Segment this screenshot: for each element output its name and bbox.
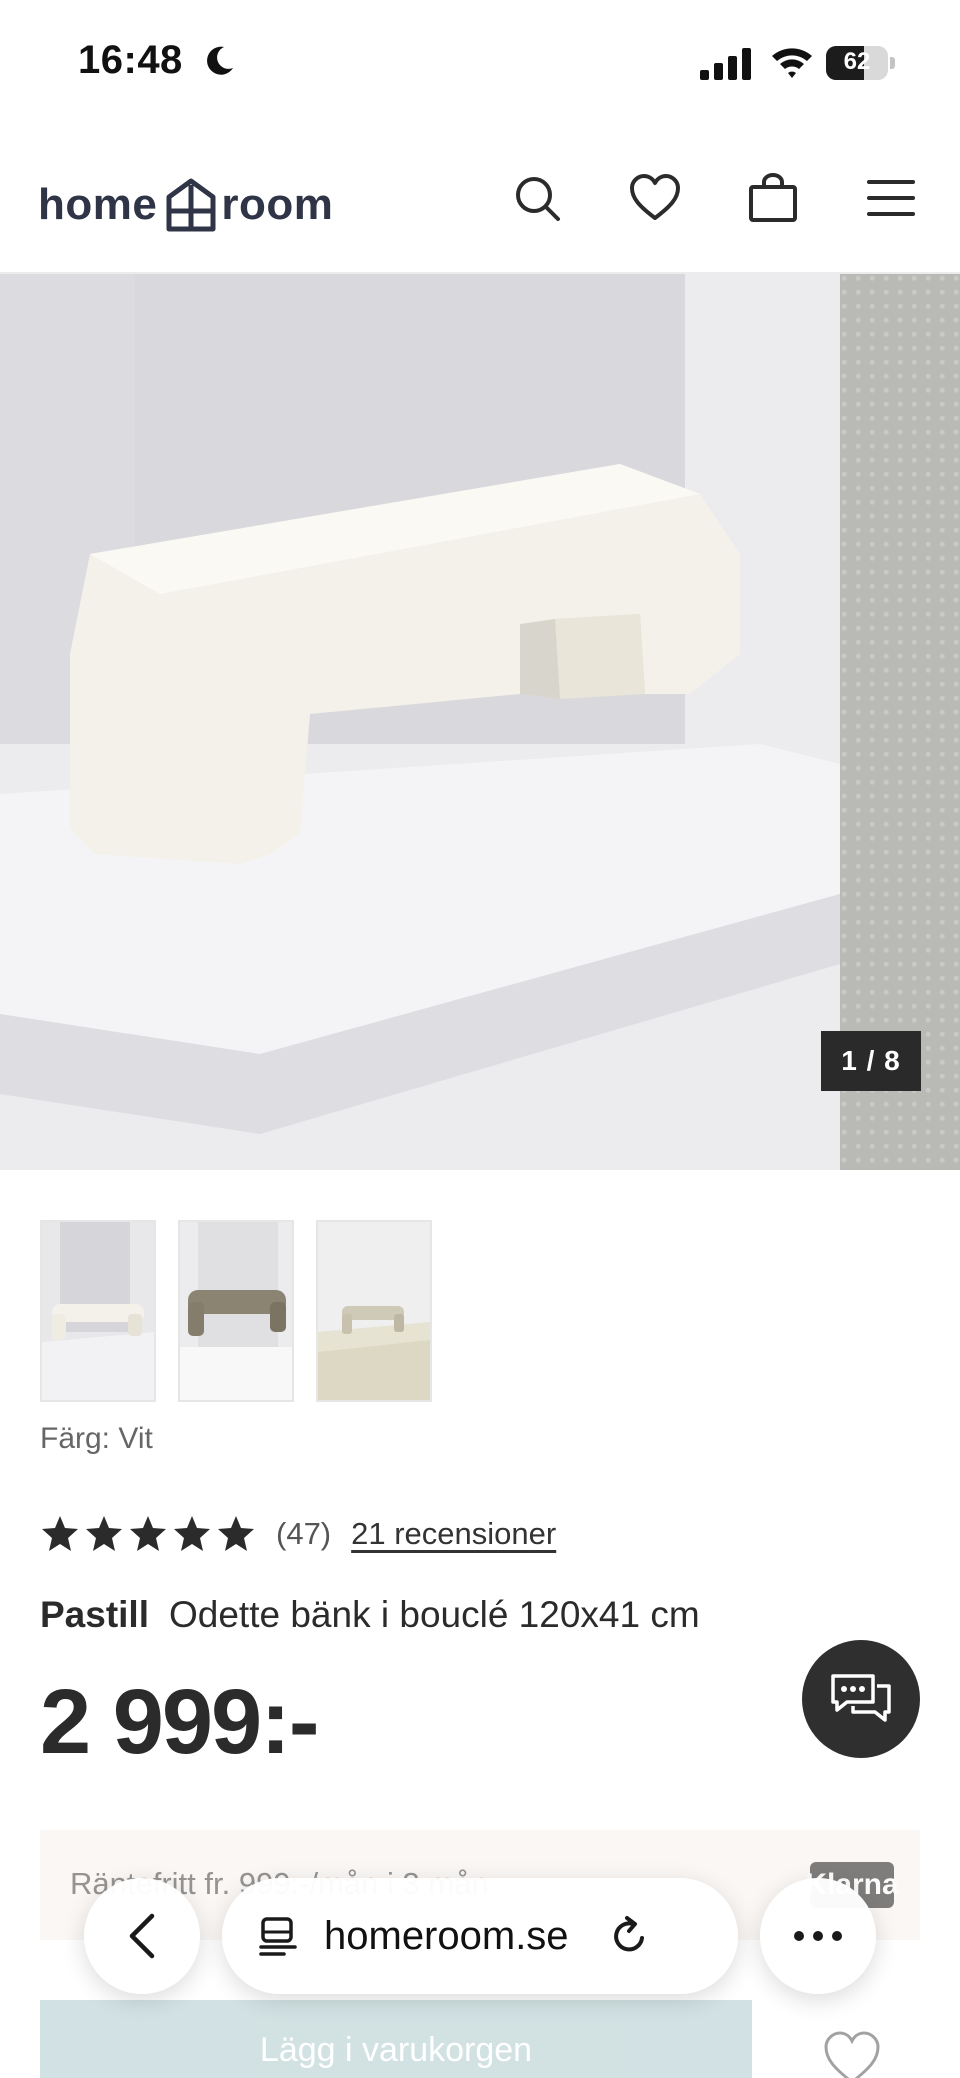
thumbnail-1[interactable] [40, 1220, 156, 1402]
star-icon [218, 1516, 254, 1551]
cart-button-header[interactable] [743, 168, 803, 228]
wishlist-button[interactable] [625, 168, 685, 228]
moon-icon [207, 46, 233, 75]
chevron-left-icon [129, 1913, 155, 1959]
battery-cap [890, 57, 895, 69]
cellular-signal-icon [700, 48, 751, 80]
reviews-link[interactable]: 21 recensioner [351, 1516, 556, 1552]
browser-url: homeroom.se [324, 1913, 569, 1958]
homeroom-logo[interactable]: home room [38, 170, 333, 240]
rating-count: (47) [276, 1516, 332, 1551]
star-icon [42, 1516, 78, 1551]
search-button[interactable] [507, 168, 567, 228]
chat-button[interactable] [802, 1640, 920, 1758]
status-time: 16:48 [78, 38, 183, 82]
thumbnail-2-image [180, 1222, 292, 1400]
product-image-main[interactable] [0, 274, 840, 1170]
battery-percent: 62 [843, 48, 871, 75]
product-price: 2 999:- [40, 1671, 319, 1773]
browser-back-button[interactable] [84, 1878, 200, 1994]
product-title: Pastill Odette bänk i bouclé 120x41 cm [40, 1594, 700, 1636]
product-rating: (47) 21 recensioner [40, 1512, 556, 1556]
product-image-gallery[interactable]: 1 / 8 [0, 274, 960, 1170]
product-name: Odette bänk i bouclé 120x41 cm [169, 1594, 700, 1635]
thumbnail-1-image [42, 1222, 154, 1400]
logo-text-home: home [38, 180, 158, 229]
logo-text-room: room [221, 180, 334, 229]
shopping-bag-icon [749, 173, 797, 222]
browser-address-bar[interactable]: homeroom.se [222, 1878, 738, 1994]
star-icon [86, 1516, 122, 1551]
heart-icon [630, 174, 680, 220]
product-brand[interactable]: Pastill [40, 1594, 149, 1635]
star-icon [130, 1516, 166, 1551]
add-to-cart-button[interactable]: Lägg i varukorgen [40, 2000, 752, 2078]
star-rating [40, 1514, 256, 1554]
thumbnail-3-image [318, 1222, 430, 1400]
chat-icon [831, 1674, 891, 1722]
site-header: home room [0, 140, 960, 274]
star-icon [174, 1516, 210, 1551]
thumbnail-3[interactable] [316, 1220, 432, 1402]
gallery-counter: 1 / 8 [821, 1031, 921, 1091]
reload-icon[interactable] [609, 1915, 651, 1957]
thumbnail-2[interactable] [178, 1220, 294, 1402]
page-menu-icon[interactable] [258, 1916, 298, 1956]
menu-button[interactable] [861, 168, 921, 228]
more-dots-icon [794, 1931, 842, 1941]
status-bar: 16:48 62 [0, 0, 960, 130]
browser-more-button[interactable] [760, 1878, 876, 1994]
thumbnail-strip [40, 1220, 432, 1402]
menu-icon [867, 180, 915, 216]
battery-body: 62 [826, 46, 888, 80]
wifi-icon [772, 48, 812, 78]
wishlist-heart-icon[interactable] [822, 2030, 882, 2078]
color-label: Färg: Vit [40, 1422, 153, 1455]
house-logo-icon [166, 178, 216, 232]
search-icon [516, 177, 560, 221]
battery-icon: 62 [826, 46, 896, 80]
